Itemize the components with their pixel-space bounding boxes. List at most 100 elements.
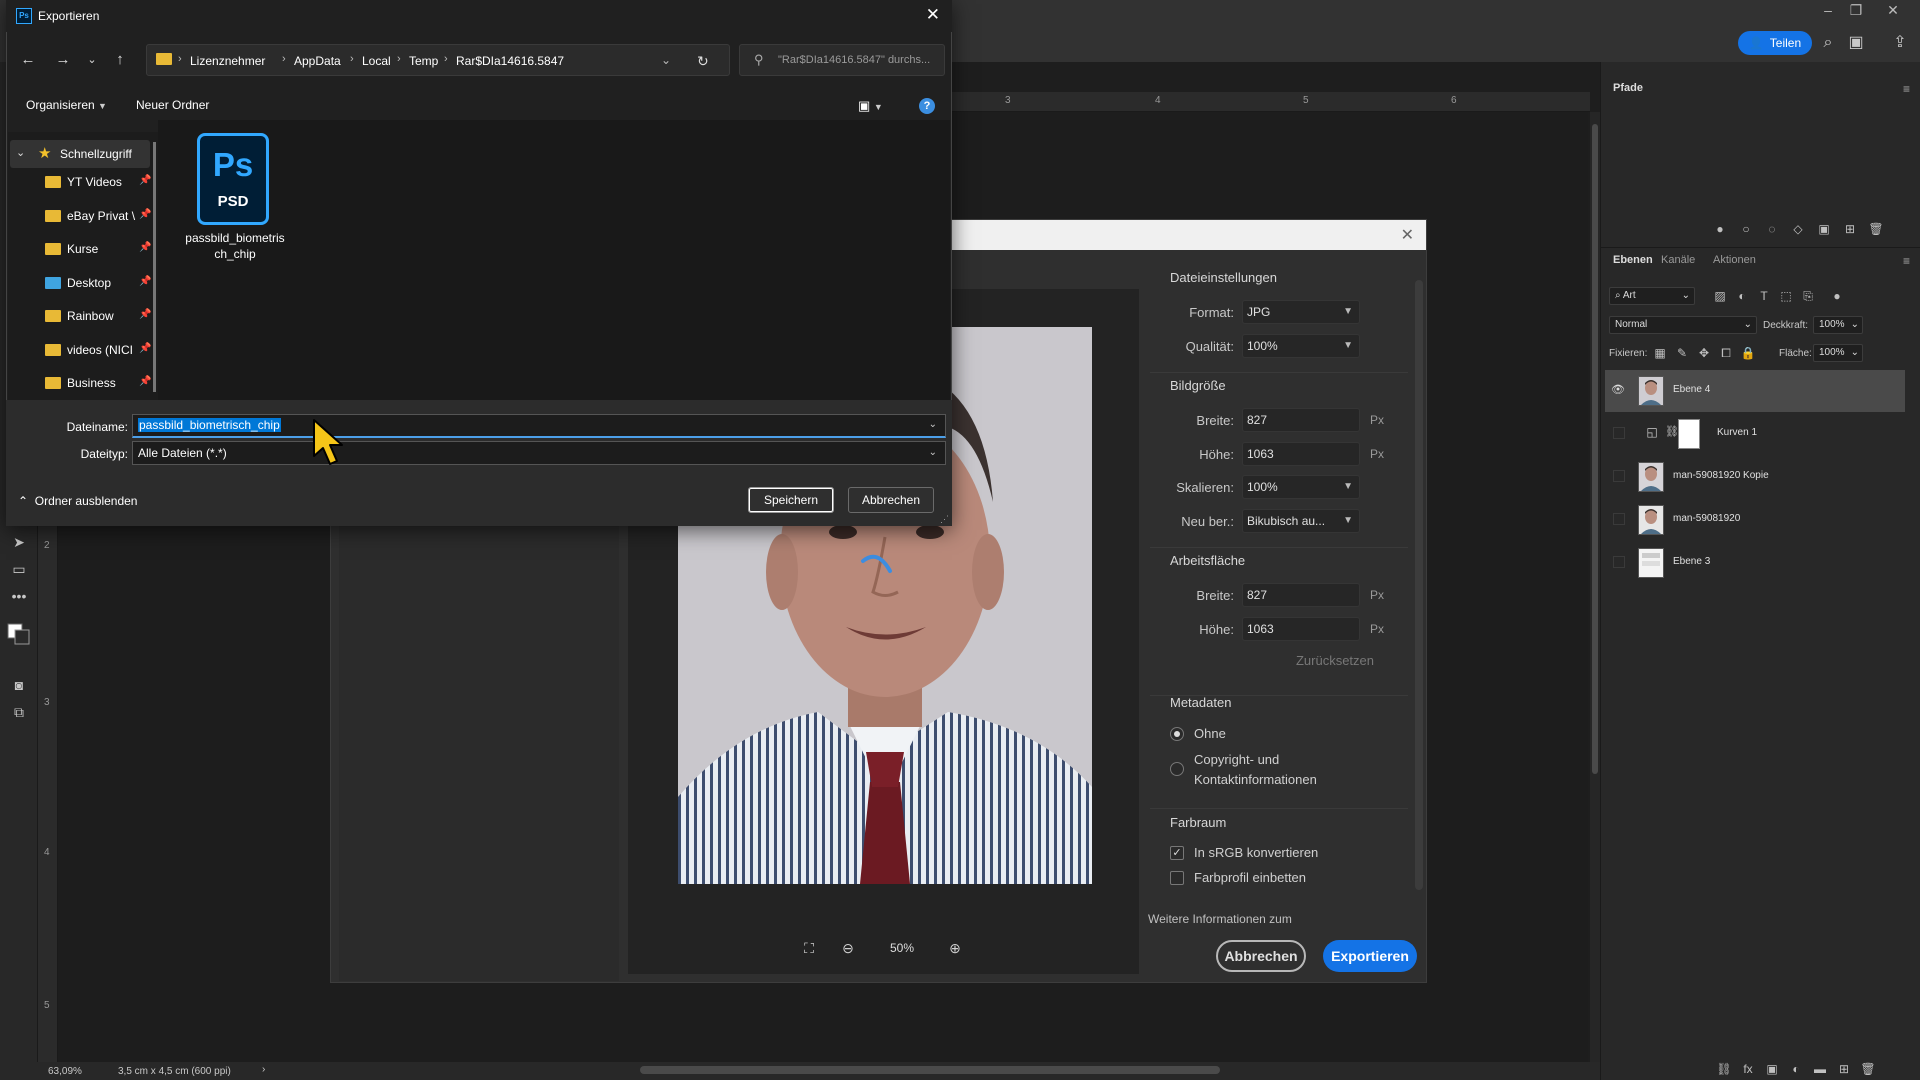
lock-pixels-icon[interactable]: ✎ (1673, 344, 1691, 362)
new-folder-button[interactable]: Neuer Ordner (136, 98, 209, 112)
convert-srgb-checkbox[interactable]: ✓ (1170, 846, 1184, 860)
metadata-copyright-radio[interactable] (1170, 762, 1184, 776)
new-layer-icon[interactable]: ⊞ (1835, 1060, 1853, 1078)
hide-folders-toggle[interactable]: ⌃ Ordner ausblenden (18, 494, 137, 508)
nav-item[interactable]: YT Videos 📌 (30, 169, 151, 195)
close-icon[interactable]: ✕ (926, 5, 940, 25)
add-mask-icon[interactable]: ▣ (1763, 1060, 1781, 1078)
nav-item[interactable]: Business 📌 (30, 370, 151, 396)
visibility-toggle[interactable] (1613, 556, 1625, 568)
quick-access-item[interactable]: ⌄ ★ Schnellzugriff (10, 140, 150, 168)
search-icon[interactable]: ⌕ (1818, 33, 1838, 53)
scrollbar-thumb[interactable] (1592, 124, 1598, 774)
scale-select[interactable]: 100% ▼ (1242, 475, 1360, 499)
panel-menu-icon[interactable]: ≡ (1903, 254, 1910, 268)
layer-row[interactable]: man-59081920 (1605, 499, 1905, 541)
link-icon[interactable]: ⛓ (1665, 425, 1679, 438)
chevron-down-icon[interactable]: ⌄ (929, 415, 937, 435)
new-group-icon[interactable]: ▬ (1811, 1060, 1829, 1078)
back-arrow-icon[interactable]: ← (18, 50, 38, 70)
export-cancel-button[interactable]: Abbrechen (1216, 940, 1306, 972)
move-tool-icon[interactable]: ➤ (9, 532, 29, 552)
cancel-button[interactable]: Abbrechen (848, 487, 934, 513)
export-share-icon[interactable]: ⇪ (1890, 33, 1910, 53)
visibility-toggle[interactable] (1613, 470, 1625, 482)
quick-mask-icon[interactable]: ◙ (9, 675, 29, 695)
shape-filter-icon[interactable]: ⬚ (1777, 287, 1795, 305)
zoom-out-icon[interactable]: ⊖ (839, 939, 857, 957)
filename-input[interactable]: passbild_biometrisch_chip ⌄ (132, 414, 946, 438)
filter-toggle-icon[interactable]: ● (1828, 287, 1846, 305)
nav-item[interactable]: eBay Privat \ 📌 (30, 203, 151, 229)
breadcrumb-item[interactable]: Temp (409, 54, 438, 68)
add-mask-icon[interactable]: ▣ (1815, 220, 1833, 238)
nav-item[interactable]: Desktop 📌 (30, 270, 151, 296)
height-input[interactable]: 1063 (1242, 442, 1360, 466)
adjustment-layer-icon[interactable]: ◐ (1787, 1060, 1805, 1078)
layer-row[interactable]: ◱ ⛓ Kurven 1 (1605, 413, 1905, 455)
layer-row[interactable]: Ebene 3 (1605, 542, 1905, 584)
close-icon[interactable]: ✕ (1401, 225, 1414, 245)
lock-all-icon[interactable]: 🔒 (1739, 344, 1757, 362)
panel-menu-icon[interactable]: ≡ (1903, 82, 1910, 96)
breadcrumb-item[interactable]: Rar$DIa14616.5847 (456, 54, 564, 68)
fit-view-icon[interactable]: ⛶ (800, 939, 818, 957)
blend-mode-select[interactable]: Normal ⌄ (1609, 316, 1757, 334)
save-button[interactable]: Speichern (748, 487, 834, 513)
fill-path-icon[interactable]: ● (1711, 220, 1729, 238)
layer-row[interactable]: 👁 Ebene 4 (1605, 370, 1905, 412)
marquee-tool-icon[interactable]: ▭ (9, 559, 29, 579)
visibility-toggle[interactable] (1613, 513, 1625, 525)
more-info-link[interactable]: Weitere Informationen zum (1148, 912, 1292, 926)
vertical-scrollbar[interactable] (1590, 112, 1600, 1062)
breadcrumb-item[interactable]: AppData (294, 54, 341, 68)
breadcrumb-item[interactable]: Lizenznehmer (190, 54, 265, 68)
horizontal-scrollbar[interactable] (640, 1066, 1220, 1074)
lock-artboard-icon[interactable]: ⧠ (1717, 344, 1735, 362)
recent-locations-icon[interactable]: ⌄ (82, 50, 102, 70)
zoom-in-icon[interactable]: ⊕ (946, 939, 964, 957)
organize-menu[interactable]: Organisieren ▼ (26, 98, 107, 112)
layer-filter-select[interactable]: ⌕ Art ⌄ (1609, 287, 1695, 305)
reset-button[interactable]: Zurücksetzen (1285, 650, 1385, 672)
color-swatches-icon[interactable] (6, 616, 30, 645)
fill-field[interactable]: 100% ⌄ (1813, 344, 1863, 362)
trash-icon[interactable]: 🗑 (1859, 1060, 1877, 1078)
workspace-icon[interactable]: ▣ (1846, 33, 1866, 53)
forward-arrow-icon[interactable]: → (53, 50, 73, 70)
zoom-readout[interactable]: 63,09% (48, 1066, 82, 1077)
canvas-width-input[interactable]: 827 (1242, 583, 1360, 607)
eye-icon[interactable]: 👁 (1611, 383, 1625, 397)
resample-select[interactable]: Bikubisch au... ▼ (1242, 509, 1360, 533)
restore-icon[interactable]: ❐ (1843, 2, 1869, 19)
nav-pane-scrollbar[interactable] (153, 142, 156, 392)
share-button[interactable]: 👤 Teilen (1738, 31, 1812, 55)
type-filter-icon[interactable]: T (1755, 287, 1773, 305)
load-selection-icon[interactable]: ◌ (1763, 220, 1781, 238)
format-select[interactable]: JPG ▼ (1242, 300, 1360, 324)
lock-position-icon[interactable]: ✥ (1695, 344, 1713, 362)
adjustment-filter-icon[interactable]: ◐ (1733, 287, 1751, 305)
filetype-select[interactable]: Alle Dateien (*.*) ⌄ (132, 441, 946, 465)
canvas-height-input[interactable]: 1063 (1242, 617, 1360, 641)
refresh-icon[interactable]: ↻ (697, 53, 709, 70)
chevron-right-icon[interactable]: › (262, 1064, 265, 1075)
help-icon[interactable]: ? (919, 98, 935, 114)
tab-actions[interactable]: Aktionen (1713, 254, 1756, 266)
search-input[interactable]: ⚲ "Rar$DIa14616.5847" durchs... (739, 44, 945, 76)
close-icon[interactable]: ✕ (1880, 2, 1906, 19)
address-bar[interactable]: › Lizenznehmer › AppData › Local › Temp … (146, 44, 730, 76)
new-path-icon[interactable]: ⊞ (1841, 220, 1859, 238)
link-layers-icon[interactable]: ⛓ (1715, 1060, 1733, 1078)
embed-profile-checkbox[interactable] (1170, 871, 1184, 885)
screen-mode-icon[interactable]: ⧉ (9, 702, 29, 722)
view-options-icon[interactable]: ▣ ▼ (858, 98, 883, 114)
file-item[interactable]: Ps PSD passbild_biometrisch_chip (183, 133, 287, 265)
nav-item[interactable]: Rainbow 📌 (30, 303, 151, 329)
trash-icon[interactable]: 🗑 (1867, 220, 1885, 238)
tab-layers[interactable]: Ebenen (1613, 254, 1653, 266)
stroke-path-icon[interactable]: ○ (1737, 220, 1755, 238)
minimize-icon[interactable]: – (1815, 2, 1841, 18)
metadata-none-radio[interactable] (1170, 727, 1184, 741)
tab-channels[interactable]: Kanäle (1661, 254, 1695, 266)
